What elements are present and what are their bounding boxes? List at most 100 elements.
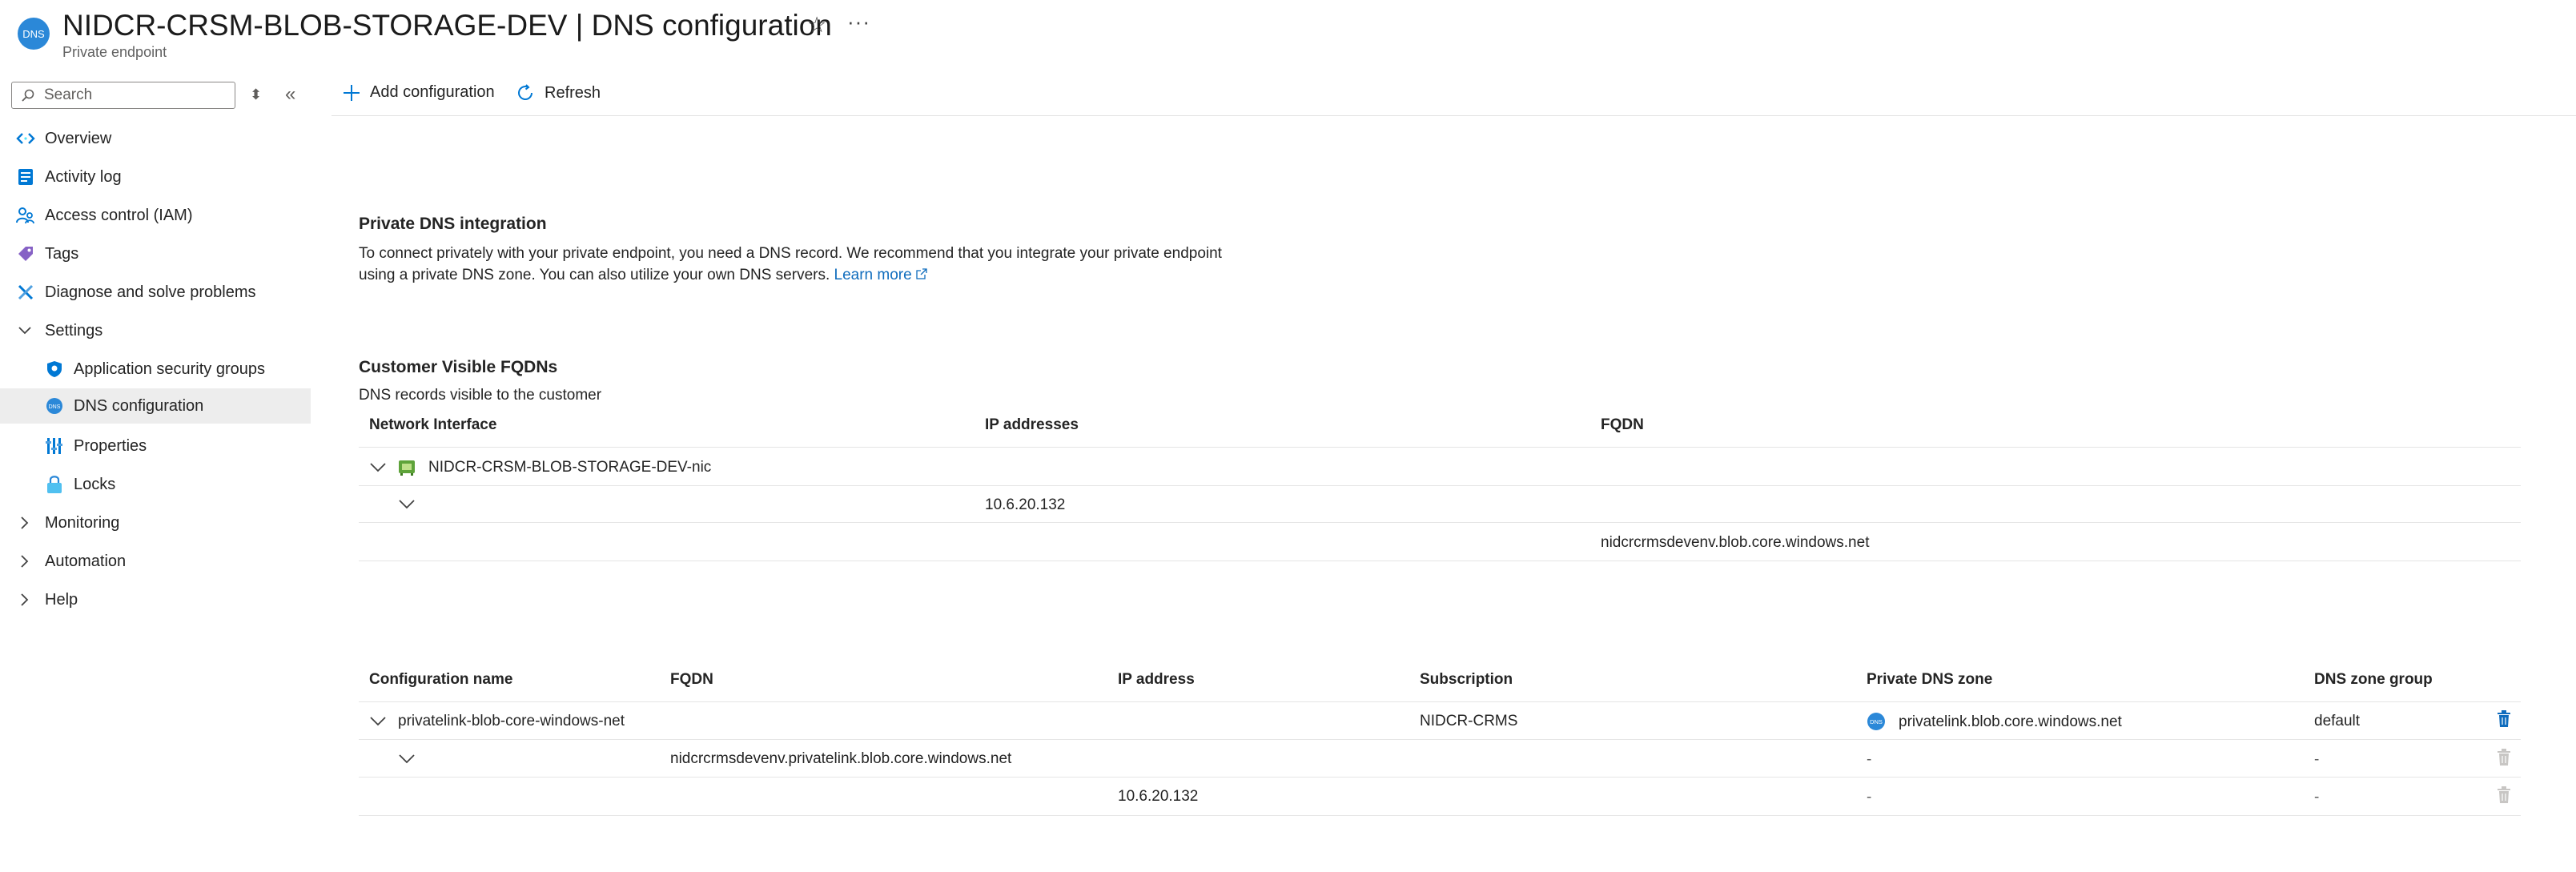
dns-integration-description: To connect privately with your private e… bbox=[359, 245, 1222, 283]
sidebar-item-label: Locks bbox=[74, 475, 116, 493]
sidebar-group-monitoring[interactable]: Monitoring bbox=[0, 505, 311, 540]
refresh-icon bbox=[518, 84, 532, 100]
config-subscription: NIDCR-CRMS bbox=[1420, 713, 1518, 729]
table-row-divider bbox=[359, 485, 2521, 486]
learn-more-label: Learn more bbox=[834, 267, 912, 283]
empty-cell: - bbox=[2314, 789, 2320, 806]
learn-more-link[interactable]: Learn more bbox=[834, 267, 927, 283]
table-row-divider bbox=[359, 815, 2521, 816]
fqdns-heading: Customer Visible FQDNs bbox=[359, 358, 558, 376]
tag-icon bbox=[16, 244, 35, 263]
config-ip-address: 10.6.20.132 bbox=[1118, 788, 1199, 805]
sidebar-item-label: Help bbox=[45, 590, 78, 609]
column-header-network-interface: Network Interface bbox=[369, 416, 497, 433]
sidebar-item-label: Overview bbox=[45, 129, 112, 147]
wrench-icon bbox=[16, 283, 35, 302]
sidebar-search[interactable] bbox=[11, 82, 235, 109]
sidebar-item-iam[interactable]: Access control (IAM) bbox=[0, 198, 311, 233]
sidebar-item-label: Diagnose and solve problems bbox=[45, 283, 256, 301]
sidebar-item-label: Properties bbox=[74, 436, 147, 455]
collapse-sidebar-icon[interactable]: « bbox=[285, 83, 295, 106]
column-header-ip-address: IP address bbox=[1118, 671, 1195, 688]
table-row-divider bbox=[359, 777, 2521, 778]
delete-icon[interactable] bbox=[2497, 710, 2513, 729]
sidebar-item-label: Application security groups bbox=[74, 360, 266, 378]
column-header-ip-addresses: IP addresses bbox=[985, 416, 1079, 433]
svg-text:DNS: DNS bbox=[1870, 718, 1883, 725]
refresh-label: Refresh bbox=[545, 83, 601, 102]
empty-cell: - bbox=[2314, 751, 2320, 768]
column-header-configuration-name: Configuration name bbox=[369, 671, 513, 688]
external-link-icon bbox=[916, 268, 927, 279]
chevron-down-icon bbox=[16, 322, 34, 340]
search-icon bbox=[22, 89, 34, 102]
add-configuration-label: Add configuration bbox=[370, 83, 495, 101]
star-icon[interactable]: ☆ bbox=[807, 13, 826, 38]
activity-log-icon bbox=[16, 167, 35, 187]
sidebar-item-label: Settings bbox=[45, 321, 103, 340]
sidebar-item-overview[interactable]: Overview bbox=[0, 121, 311, 156]
private-dns-zone-link[interactable]: privatelink.blob.core.windows.net bbox=[1899, 713, 2122, 731]
page-subtitle: Private endpoint bbox=[62, 44, 167, 60]
dns-icon: DNS bbox=[45, 396, 64, 416]
resource-icon: DNS bbox=[18, 18, 50, 50]
page-title: NIDCR-CRSM-BLOB-STORAGE-DEV | DNS config… bbox=[62, 9, 832, 42]
dns-zone-icon: DNS bbox=[1867, 712, 1886, 731]
config-fqdn: nidcrcrmsdevenv.privatelink.blob.core.wi… bbox=[670, 750, 1012, 767]
collapse-config-chevron-icon[interactable] bbox=[367, 712, 389, 729]
table-divider bbox=[359, 447, 2521, 448]
sidebar-group-automation[interactable]: Automation bbox=[0, 544, 311, 579]
sidebar-item-application-security-groups[interactable]: Application security groups bbox=[0, 352, 311, 387]
nic-link[interactable]: NIDCR-CRSM-BLOB-STORAGE-DEV-nic bbox=[428, 459, 711, 476]
overview-icon bbox=[16, 129, 35, 148]
properties-icon bbox=[45, 436, 64, 456]
config-zone-group: default bbox=[2314, 713, 2361, 729]
sidebar-item-locks[interactable]: Locks bbox=[0, 467, 311, 502]
sort-icon[interactable]: ⬍ bbox=[250, 86, 262, 103]
sidebar-item-label: Monitoring bbox=[45, 513, 120, 532]
sidebar-item-label: Access control (IAM) bbox=[45, 206, 193, 224]
table-divider bbox=[359, 701, 2521, 702]
sidebar-item-tags[interactable]: Tags bbox=[0, 236, 311, 271]
sidebar-item-dns-configuration[interactable]: DNS DNS configuration bbox=[0, 388, 311, 424]
ellipsis-icon[interactable]: ··· bbox=[847, 10, 870, 34]
fqdns-subheading: DNS records visible to the customer bbox=[359, 387, 602, 404]
sidebar-group-help[interactable]: Help bbox=[0, 582, 311, 617]
network-interface-icon bbox=[398, 458, 416, 476]
chevron-right-icon bbox=[16, 514, 34, 532]
config-name: privatelink-blob-core-windows-net bbox=[398, 713, 625, 729]
sidebar-item-label: Activity log bbox=[45, 167, 122, 186]
empty-cell: - bbox=[1867, 789, 1872, 806]
plus-icon bbox=[344, 84, 360, 101]
column-header-dns-zone-group: DNS zone group bbox=[2314, 671, 2433, 688]
chevron-right-icon bbox=[16, 553, 34, 570]
sidebar-item-label: Tags bbox=[45, 244, 79, 263]
chevron-right-icon bbox=[16, 591, 34, 609]
dns-integration-heading: Private DNS integration bbox=[359, 215, 547, 233]
delete-icon bbox=[2497, 749, 2513, 768]
delete-icon bbox=[2497, 786, 2513, 806]
column-header-fqdn: FQDN bbox=[670, 671, 713, 688]
toolbar-divider bbox=[332, 115, 2576, 116]
collapse-ip-chevron-icon[interactable] bbox=[396, 495, 418, 512]
sidebar-item-label: DNS configuration bbox=[74, 396, 204, 415]
svg-text:DNS: DNS bbox=[49, 404, 61, 410]
sidebar-group-settings[interactable]: Settings bbox=[0, 313, 311, 348]
shield-icon bbox=[45, 360, 64, 379]
collapse-nic-chevron-icon[interactable] bbox=[367, 458, 389, 476]
refresh-button[interactable]: Refresh bbox=[516, 83, 601, 102]
column-header-subscription: Subscription bbox=[1420, 671, 1513, 688]
column-header-private-dns-zone: Private DNS zone bbox=[1867, 671, 1993, 688]
table-row-divider bbox=[359, 522, 2521, 523]
sidebar-item-label: Automation bbox=[45, 552, 127, 570]
sidebar-item-activity-log[interactable]: Activity log bbox=[0, 159, 311, 195]
add-configuration-button[interactable]: Add configuration bbox=[343, 83, 495, 102]
fqdn-value: nidcrcrmsdevenv.blob.core.windows.net bbox=[1601, 534, 1870, 551]
lock-icon bbox=[45, 475, 64, 494]
collapse-fqdn-chevron-icon[interactable] bbox=[396, 749, 418, 767]
search-input[interactable] bbox=[42, 86, 222, 105]
column-header-fqdn: FQDN bbox=[1601, 416, 1644, 433]
sidebar-item-diagnose[interactable]: Diagnose and solve problems bbox=[0, 275, 311, 310]
fqdn-ip-address: 10.6.20.132 bbox=[985, 496, 1066, 513]
sidebar-item-properties[interactable]: Properties bbox=[0, 428, 311, 464]
